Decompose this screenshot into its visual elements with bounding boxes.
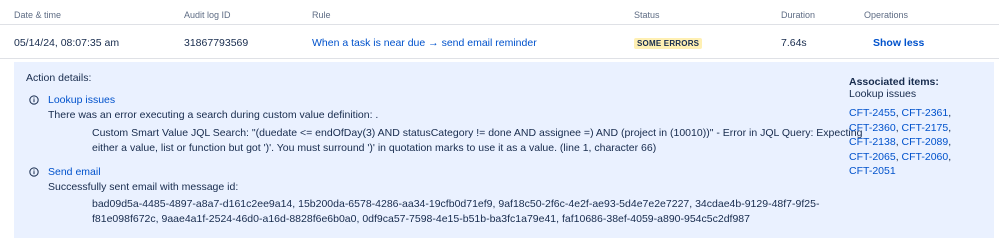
info-icon <box>29 167 39 177</box>
issue-link[interactable]: CFT-2051 <box>849 165 896 177</box>
issue-link[interactable]: CFT-2455 <box>849 107 896 119</box>
issue-link[interactable]: CFT-2060 <box>902 151 949 163</box>
action-details-title: Action details: <box>26 72 92 84</box>
email-message-ids-line: bad09d5a-4485-4897-a8a7-d161c2ee9a14, 15… <box>92 198 820 210</box>
associated-issue-links: CFT-2455, CFT-2361, CFT-2360, CFT-2175, … <box>849 106 979 179</box>
table-header: Date & time Audit log ID Rule Status Dur… <box>0 0 999 25</box>
associated-issue-line: CFT-2138, CFT-2089, <box>849 135 979 150</box>
lookup-error-detail-line: either a value, list or function but got… <box>92 141 657 154</box>
header-audit-log-id: Audit log ID <box>184 10 231 20</box>
associated-items: Associated items: Lookup issues CFT-2455… <box>849 76 989 179</box>
issue-link[interactable]: CFT-2360 <box>849 122 896 134</box>
lookup-error-detail-line: Custom Smart Value JQL Search: "(duedate… <box>92 127 863 139</box>
associated-items-title: Associated items: <box>849 76 939 88</box>
row-audit-log-id: 31867793569 <box>184 37 249 49</box>
row-duration: 7.64s <box>781 37 807 49</box>
issue-link[interactable]: CFT-2138 <box>849 136 896 148</box>
lookup-error-message: There was an error executing a search du… <box>48 109 379 121</box>
info-icon <box>29 95 39 105</box>
email-message-ids-line: f81e098f672c, 9aae4a1f-2524-46d0-a16d-88… <box>92 212 750 225</box>
lookup-issues-link[interactable]: Lookup issues <box>48 94 115 106</box>
table-row: 05/14/24, 08:07:35 am 31867793569 When a… <box>0 25 999 59</box>
header-rule: Rule <box>312 10 331 20</box>
issue-link[interactable]: CFT-2175 <box>902 122 949 134</box>
issue-link[interactable]: CFT-2089 <box>902 136 949 148</box>
associated-issue-line: CFT-2455, CFT-2361, <box>849 106 979 121</box>
header-date: Date & time <box>14 10 62 20</box>
show-less-button[interactable]: Show less <box>873 37 924 49</box>
header-status: Status <box>634 10 660 20</box>
issue-separator: , <box>948 107 952 119</box>
associated-issue-line: CFT-2360, CFT-2175, <box>849 121 979 136</box>
issue-separator: , <box>948 121 952 134</box>
issue-separator: , <box>948 150 952 163</box>
email-success-message: Successfully sent email with message id: <box>48 181 239 193</box>
send-email-link[interactable]: Send email <box>48 166 101 178</box>
action-details-panel: Action details: Lookup issues There was … <box>14 62 994 238</box>
header-duration: Duration <box>781 10 816 20</box>
issue-link[interactable]: CFT-2065 <box>849 151 896 163</box>
lookup-error-detail: Custom Smart Value JQL Search: "(duedate… <box>92 126 863 155</box>
row-date: 05/14/24, 08:07:35 am <box>14 37 120 49</box>
header-operations: Operations <box>864 10 909 20</box>
issue-separator: , <box>948 136 952 148</box>
status-badge: SOME ERRORS <box>634 38 703 49</box>
associated-issue-line: CFT-2065, CFT-2060, <box>849 150 979 165</box>
email-message-ids: bad09d5a-4485-4897-a8a7-d161c2ee9a14, 15… <box>92 197 820 226</box>
associated-issue-line: CFT-2051 <box>849 164 979 179</box>
associated-items-subtitle: Lookup issues <box>849 88 917 100</box>
rule-link[interactable]: When a task is near due → send email rem… <box>312 37 537 49</box>
issue-link[interactable]: CFT-2361 <box>902 107 949 119</box>
